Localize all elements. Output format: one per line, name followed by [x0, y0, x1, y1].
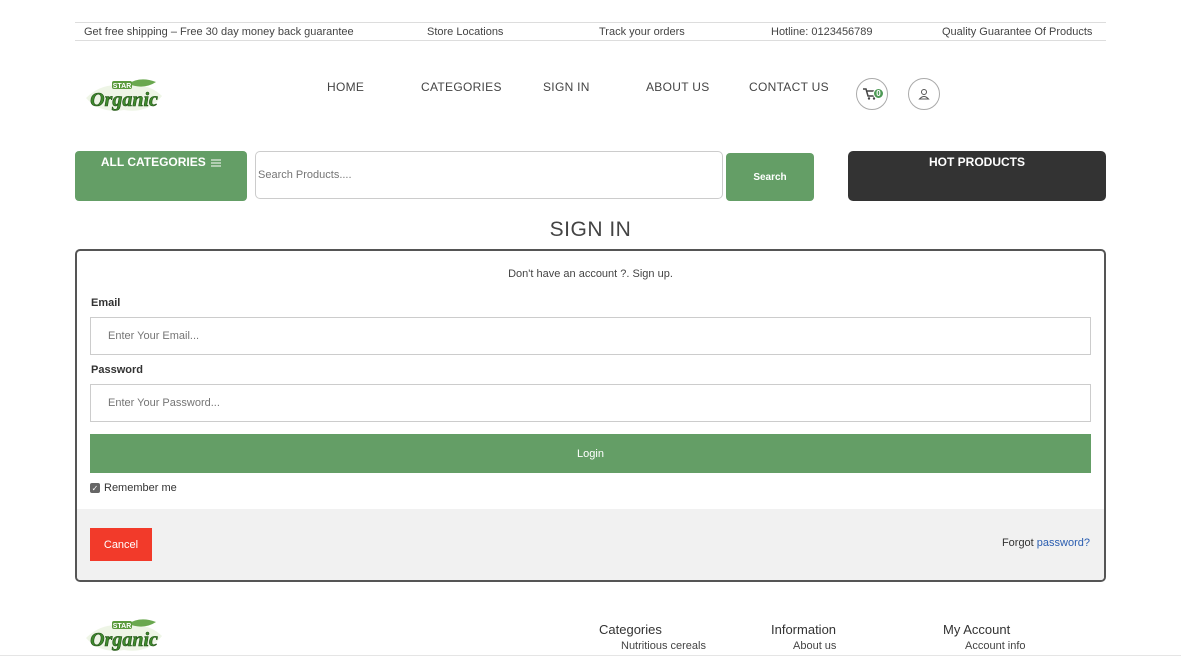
nav-signin[interactable]: SIGN IN [543, 80, 590, 94]
footer-categories-link[interactable]: Nutritious cereals [621, 640, 706, 652]
form-footer: Cancel Forgot password? [77, 509, 1104, 580]
search-button[interactable]: Search [726, 153, 814, 201]
footer-account-title: My Account [943, 622, 1011, 637]
nav-contact[interactable]: CONTACT US [749, 80, 829, 94]
password-field[interactable] [90, 384, 1091, 422]
forgot-password: Forgot password? [1002, 537, 1090, 549]
track-orders-link[interactable]: Track your orders [599, 26, 685, 38]
svg-text:Organic: Organic [90, 629, 158, 651]
site-logo[interactable]: STAR Organic [82, 78, 166, 116]
search-input[interactable] [255, 151, 723, 199]
shipping-notice: Get free shipping – Free 30 day money ba… [84, 26, 354, 38]
cart-button[interactable]: 0 [856, 78, 888, 110]
cancel-button[interactable]: Cancel [90, 528, 152, 561]
all-categories-button[interactable]: ALL CATEGORIES [75, 151, 247, 201]
svg-text:Organic: Organic [90, 89, 158, 111]
email-label: Email [91, 297, 121, 309]
signin-form: Don't have an account ?. Sign up. Email … [75, 249, 1106, 582]
nav-home[interactable]: HOME [327, 80, 364, 94]
forgot-prefix: Forgot [1001, 537, 1037, 549]
top-info-bar: Get free shipping – Free 30 day money ba… [75, 22, 1106, 41]
page-title: SIGN IN [549, 218, 632, 241]
hamburger-icon [211, 156, 222, 170]
nav-categories[interactable]: CATEGORIES [421, 80, 502, 94]
hot-products-button[interactable]: HOT PRODUCTS [848, 151, 1106, 201]
user-icon [918, 89, 930, 100]
remember-me[interactable]: ✓ Remember me [90, 482, 177, 494]
footer-account-link[interactable]: Account info [965, 640, 1026, 652]
login-button[interactable]: Login [90, 434, 1091, 473]
forgot-password-link[interactable]: password? [1037, 537, 1090, 549]
hotline-text: Hotline: 0123456789 [771, 26, 873, 38]
store-locations-link[interactable]: Store Locations [427, 26, 503, 38]
footer-logo[interactable]: STAR Organic [82, 618, 166, 656]
footer-divider [0, 655, 1181, 656]
logo-icon: STAR Organic [86, 79, 162, 111]
cart-count-badge: 0 [873, 88, 884, 99]
footer-information-title: Information [771, 622, 837, 637]
signup-prompt-link[interactable]: Don't have an account ?. Sign up. [77, 268, 1104, 280]
logo-icon: STAR Organic [86, 619, 162, 651]
password-label: Password [91, 364, 143, 376]
remember-label: Remember me [104, 482, 177, 494]
all-categories-label: ALL CATEGORIES [100, 155, 206, 169]
footer-categories-title: Categories [599, 622, 662, 637]
user-account-button[interactable] [908, 78, 940, 110]
remember-checkbox[interactable]: ✓ [90, 483, 100, 493]
footer-about-link[interactable]: About us [793, 640, 836, 652]
quality-guarantee-text: Quality Guarantee Of Products [942, 26, 1093, 38]
nav-about[interactable]: ABOUT US [646, 80, 710, 94]
email-field[interactable] [90, 317, 1091, 355]
